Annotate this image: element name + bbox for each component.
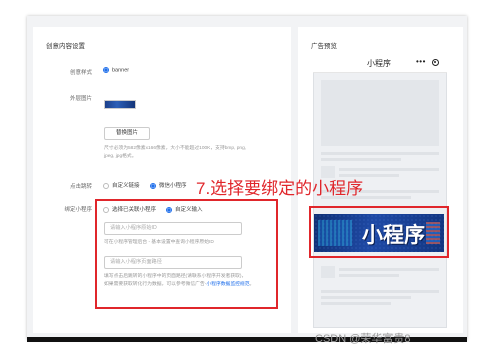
replace-image-button[interactable]: 替换图片 xyxy=(104,127,150,140)
style-option-label: banner xyxy=(112,67,130,74)
click-option1-label: 自定义链接 xyxy=(112,183,140,189)
placeholder-line xyxy=(321,296,411,299)
radio-unselected-icon xyxy=(103,182,109,189)
image-hint-line1: 尺寸必须为582像素x166像素，大小不能超过100K，支持bmp, png, xyxy=(104,146,247,151)
highlight-box-ad-preview xyxy=(309,206,449,258)
click-action-label: 点击跳转 xyxy=(69,184,92,190)
click-option-mini-program[interactable]: 微信小程序 xyxy=(150,181,187,189)
placeholder-line xyxy=(339,274,399,277)
phone-title: 小程序 xyxy=(367,59,391,68)
placeholder-block xyxy=(321,80,439,146)
highlight-box-bind-section xyxy=(95,199,278,309)
click-option2-label: 微信小程序 xyxy=(159,183,187,189)
image-label: 外层图片 xyxy=(69,96,92,102)
bind-mini-program-label: 绑定小程序 xyxy=(64,207,92,213)
style-option-banner[interactable]: banner xyxy=(103,67,129,73)
image-hint-line2: jpeg, jpg格式。 xyxy=(104,154,137,159)
placeholder-line xyxy=(321,290,439,293)
placeholder-line xyxy=(339,168,439,171)
placeholder-line xyxy=(321,158,401,161)
style-label: 创意样式 xyxy=(69,70,92,76)
csdn-watermark: CSDN @荣华富贵8 xyxy=(315,333,411,345)
click-option-custom-link[interactable]: 自定义链接 xyxy=(103,181,140,189)
placeholder-line xyxy=(321,152,439,155)
radio-selected-icon xyxy=(103,67,109,73)
record-circle-icon xyxy=(432,59,439,66)
radio-selected-icon xyxy=(150,182,156,189)
placeholder-block xyxy=(321,266,335,278)
ad-preview-title: 广告预览 xyxy=(311,43,337,50)
step-annotation: 7.选择要绑定的小程序 xyxy=(196,179,364,198)
more-dots-icon: ••• xyxy=(416,57,426,66)
image-thumbnail xyxy=(104,100,136,109)
placeholder-line xyxy=(321,302,391,305)
creative-settings-title: 创意内容设置 xyxy=(46,43,85,50)
placeholder-line xyxy=(339,268,439,271)
